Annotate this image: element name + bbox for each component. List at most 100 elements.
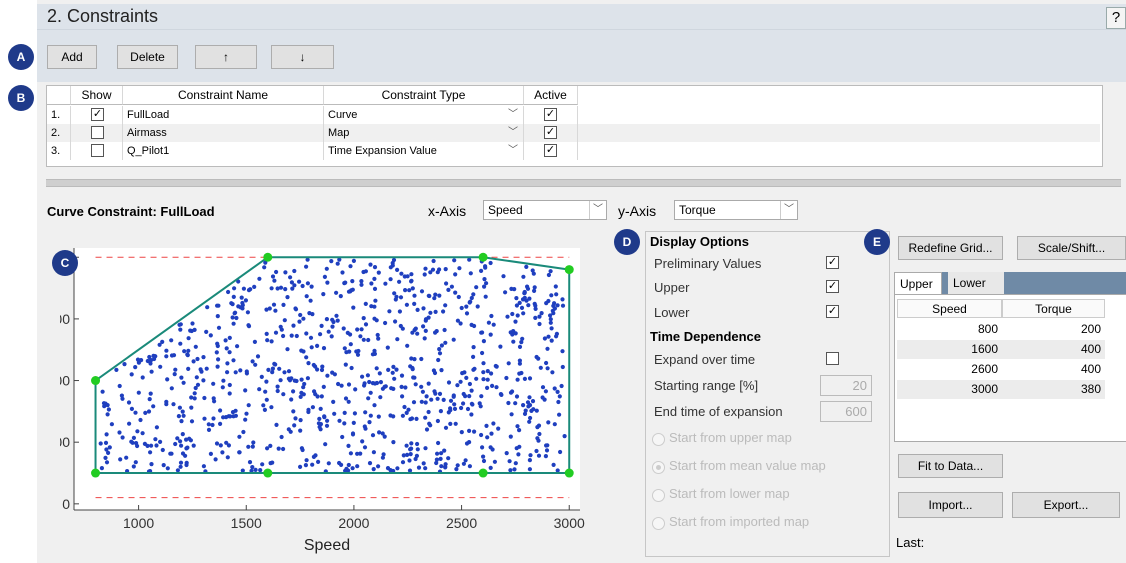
scatter-point: [467, 464, 472, 469]
scatter-point: [239, 295, 244, 300]
row-index: 2.: [47, 124, 71, 142]
show-checkbox[interactable]: ✓: [91, 108, 104, 121]
upper-curve-node[interactable]: [564, 265, 574, 275]
scatter-point: [265, 446, 270, 451]
scatter-point: [243, 417, 248, 422]
scatter-point: [419, 356, 424, 362]
fit-to-data-button[interactable]: Fit to Data...: [898, 454, 1003, 478]
scatter-point: [413, 382, 418, 387]
header-constraint-type[interactable]: Constraint Type: [324, 86, 524, 105]
scale-shift-button[interactable]: Scale/Shift...: [1017, 236, 1126, 260]
expand-over-time-checkbox[interactable]: [826, 352, 839, 365]
scatter-point: [428, 310, 433, 315]
scatter-point: [214, 441, 220, 446]
scatter-point: [299, 377, 304, 382]
table-row[interactable]: 1. ✓ FullLoad Curve ﹀ ✓: [47, 106, 1100, 124]
scatter-point: [178, 460, 184, 465]
scatter-point: [270, 366, 275, 371]
header-active[interactable]: Active: [524, 86, 578, 105]
grid-cell-speed[interactable]: 3000: [897, 380, 1002, 399]
preliminary-values-checkbox[interactable]: ✓: [826, 256, 839, 269]
start-option-radio[interactable]: [652, 517, 665, 530]
header-show[interactable]: Show: [71, 86, 123, 105]
upper-curve-node[interactable]: [263, 252, 273, 262]
scatter-point: [400, 394, 405, 399]
scatter-point: [255, 354, 261, 359]
grid-cell-torque[interactable]: 200: [1002, 320, 1105, 339]
constraint-type-cell[interactable]: Curve ﹀: [324, 106, 524, 124]
starting-range-input[interactable]: 20: [820, 375, 872, 396]
grid-cell-torque[interactable]: 400: [1002, 340, 1105, 359]
scatter-point: [165, 466, 170, 471]
lower-curve-node[interactable]: [564, 468, 574, 478]
export-button[interactable]: Export...: [1012, 492, 1120, 518]
scatter-point: [210, 422, 215, 428]
active-checkbox[interactable]: ✓: [544, 108, 557, 121]
active-checkbox[interactable]: ✓: [544, 126, 557, 139]
scatter-point: [542, 336, 547, 341]
scatter-point: [491, 421, 496, 426]
badge-c: C: [52, 250, 78, 276]
lower-checkbox[interactable]: ✓: [826, 305, 839, 318]
table-row[interactable]: 2. Airmass Map ﹀ ✓: [47, 124, 1100, 142]
lower-curve-node[interactable]: [263, 468, 273, 478]
header-constraint-name[interactable]: Constraint Name: [123, 86, 324, 105]
scatter-point: [98, 441, 103, 446]
scatter-point: [169, 386, 174, 391]
upper-curve-node[interactable]: [91, 376, 101, 386]
import-button[interactable]: Import...: [898, 492, 1003, 518]
delete-button[interactable]: Delete: [117, 45, 178, 69]
upper-curve-node[interactable]: [478, 252, 488, 262]
move-up-button[interactable]: ↑: [195, 45, 257, 69]
scatter-point: [158, 439, 163, 444]
grid-cell-torque[interactable]: 400: [1002, 360, 1105, 379]
scatter-point: [528, 415, 533, 421]
show-checkbox[interactable]: [91, 144, 104, 157]
table-row[interactable]: 3. Q_Pilot1 Time Expansion Value ﹀ ✓: [47, 142, 1100, 160]
help-button[interactable]: ?: [1106, 7, 1126, 29]
active-checkbox[interactable]: ✓: [544, 144, 557, 157]
tab-upper[interactable]: Upper: [894, 272, 942, 294]
curve-plot[interactable]: 010020030040010001500200025003000SpeedTo…: [60, 240, 600, 560]
constraint-name-cell[interactable]: Q_Pilot1: [123, 142, 324, 160]
scatter-point: [448, 398, 454, 403]
end-time-input[interactable]: 600: [820, 401, 872, 422]
grid-cell-speed[interactable]: 2600: [897, 360, 1002, 379]
upper-checkbox[interactable]: ✓: [826, 280, 839, 293]
start-option-radio[interactable]: [652, 433, 665, 446]
scatter-point: [235, 344, 240, 349]
scatter-point: [286, 369, 292, 374]
scatter-point: [419, 399, 424, 404]
lower-curve-node[interactable]: [478, 468, 488, 478]
constraint-type-cell[interactable]: Map ﹀: [324, 124, 524, 142]
scatter-point: [367, 379, 372, 385]
scatter-point: [467, 394, 472, 399]
scatter-point: [361, 316, 366, 321]
add-button[interactable]: Add: [47, 45, 97, 69]
scatter-point: [178, 439, 183, 444]
start-option-radio[interactable]: [652, 489, 665, 502]
lower-curve-node[interactable]: [91, 468, 101, 478]
grid-cell-speed[interactable]: 800: [897, 320, 1002, 339]
scatter-point: [404, 302, 409, 307]
move-down-button[interactable]: ↓: [271, 45, 334, 69]
splitter-handle[interactable]: [46, 179, 1121, 187]
scatter-point: [512, 467, 517, 472]
constraint-type-value: Map: [328, 127, 350, 139]
constraint-name-cell[interactable]: Airmass: [123, 124, 324, 142]
y-axis-select[interactable]: Torque ﹀: [674, 200, 798, 220]
redefine-grid-button[interactable]: Redefine Grid...: [898, 236, 1003, 260]
scatter-point: [149, 462, 154, 467]
constraint-type-cell[interactable]: Time Expansion Value ﹀: [324, 142, 524, 160]
scatter-point: [412, 327, 417, 333]
x-axis-select[interactable]: Speed ﹀: [483, 200, 607, 220]
constraint-name-cell[interactable]: FullLoad: [123, 106, 324, 124]
active-cell: ✓: [524, 142, 578, 160]
scatter-point: [342, 346, 347, 351]
start-option-radio[interactable]: [652, 461, 665, 474]
scatter-point: [179, 419, 184, 424]
tab-lower[interactable]: Lower: [948, 272, 1004, 294]
grid-cell-speed[interactable]: 1600: [897, 340, 1002, 359]
grid-cell-torque[interactable]: 380: [1002, 380, 1105, 399]
show-checkbox[interactable]: [91, 126, 104, 139]
